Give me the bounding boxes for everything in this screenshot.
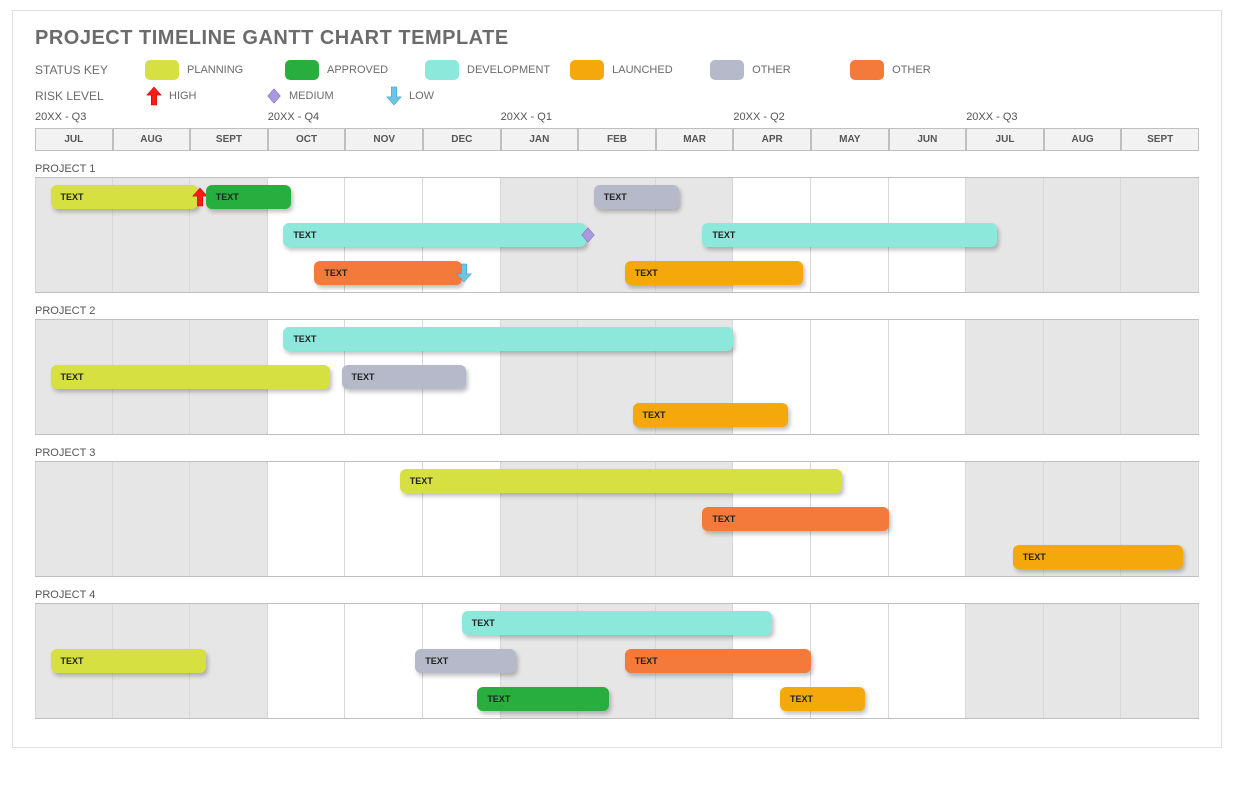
project-title: PROJECT 1 (35, 159, 1199, 177)
gantt-bar[interactable]: TEXT (625, 261, 803, 285)
gantt-bar[interactable]: TEXT (625, 649, 811, 673)
gantt-bar[interactable]: TEXT (702, 507, 888, 531)
gantt-bar[interactable]: TEXT (314, 261, 461, 285)
month-header-cell: JUL (35, 129, 113, 151)
swatch-planning (145, 60, 179, 80)
gantt-bar[interactable]: TEXT (594, 185, 679, 209)
gantt-bar[interactable]: TEXT (415, 649, 516, 673)
risk-medium-label: MEDIUM (289, 90, 334, 102)
month-header-cell: AUG (1044, 129, 1122, 151)
quarter-label: 20XX - Q3 (35, 111, 86, 123)
gantt-bar[interactable]: TEXT (400, 469, 842, 493)
project-rows-area: TEXT TEXT TEXT TEXT TEXT TEXT TEXT (35, 177, 1199, 293)
risk-level-label: RISK LEVEL (35, 89, 125, 103)
legend-development-label: DEVELOPMENT (467, 64, 550, 76)
project-section: PROJECT 3 TEXT TEXT TEXT (35, 443, 1199, 577)
gantt-bar[interactable]: TEXT (633, 403, 788, 427)
project-section: PROJECT 1 TEXT TEXT TEXT TEXT TEXT TEXT TEXT (35, 159, 1199, 293)
project-title: PROJECT 4 (35, 585, 1199, 603)
gantt-bar[interactable]: TEXT (477, 687, 609, 711)
legend-development: DEVELOPMENT (425, 60, 550, 80)
swatch-launched (570, 60, 604, 80)
legend-approved-label: APPROVED (327, 64, 388, 76)
month-header-cell: MAY (811, 129, 889, 151)
legend-launched-label: LAUNCHED (612, 64, 673, 76)
month-header-cell: NOV (345, 129, 423, 151)
gantt-bar[interactable]: TEXT (51, 649, 206, 673)
legend-launched: LAUNCHED (570, 60, 690, 80)
gantt-bar[interactable]: TEXT (51, 185, 198, 209)
gantt-bar[interactable]: TEXT (283, 223, 586, 247)
swatch-approved (285, 60, 319, 80)
month-header-cell: MAR (656, 129, 734, 151)
quarter-label: 20XX - Q1 (501, 111, 552, 123)
legend-planning-label: PLANNING (187, 64, 243, 76)
month-header-cell: JUN (889, 129, 967, 151)
risk-low: LOW (385, 86, 485, 106)
risk-high-label: HIGH (169, 90, 197, 102)
page-title: PROJECT TIMELINE GANTT CHART TEMPLATE (35, 27, 1199, 50)
quarter-label: 20XX - Q3 (966, 111, 1017, 123)
month-header-cell: SEPT (190, 129, 268, 151)
gantt-bar[interactable]: TEXT (51, 365, 330, 389)
risk-legend-row: RISK LEVEL HIGH MEDIUM LOW (35, 86, 1199, 106)
month-header-cell: SEPT (1121, 129, 1199, 151)
gantt-bar[interactable]: TEXT (342, 365, 466, 389)
project-rows-area: TEXT TEXT TEXT TEXT (35, 319, 1199, 435)
gantt-bar[interactable]: TEXT (462, 611, 772, 635)
risk-medium: MEDIUM (265, 86, 365, 106)
project-section: PROJECT 4 TEXT TEXT TEXT TEXT TEXT TEXT (35, 585, 1199, 719)
gantt-page: PROJECT TIMELINE GANTT CHART TEMPLATE ST… (12, 10, 1222, 748)
projects-container: PROJECT 1TEXTTEXTTEXTTEXTTEXTTEXTTEXTPRO… (35, 159, 1199, 719)
swatch-development (425, 60, 459, 80)
legend-approved: APPROVED (285, 60, 405, 80)
legend-other-orange-label: OTHER (892, 64, 931, 76)
month-header-cell: JUL (966, 129, 1044, 151)
status-key-label: STATUS KEY (35, 63, 125, 77)
legend-other-grey-label: OTHER (752, 64, 791, 76)
month-header-cell: FEB (578, 129, 656, 151)
swatch-other-grey (710, 60, 744, 80)
project-section: PROJECT 2 TEXT TEXT TEXT TEXT (35, 301, 1199, 435)
status-legend-row: STATUS KEY PLANNING APPROVED DEVELOPMENT… (35, 60, 1199, 80)
gantt-bar[interactable]: TEXT (702, 223, 997, 247)
month-header-cell: DEC (423, 129, 501, 151)
month-header-cell: APR (733, 129, 811, 151)
project-rows-area: TEXT TEXT TEXT (35, 461, 1199, 577)
legend-planning: PLANNING (145, 60, 265, 80)
gantt-bar[interactable]: TEXT (206, 185, 291, 209)
project-title: PROJECT 3 (35, 443, 1199, 461)
gantt-bar[interactable]: TEXT (780, 687, 865, 711)
month-header-cell: JAN (501, 129, 579, 151)
quarter-label: 20XX - Q4 (268, 111, 319, 123)
arrow-up-icon (145, 86, 163, 106)
gantt-bar[interactable]: TEXT (283, 327, 733, 351)
arrow-down-icon (385, 86, 403, 106)
month-header-cell: AUG (113, 129, 191, 151)
risk-high: HIGH (145, 86, 245, 106)
legend-other-orange: OTHER (850, 60, 970, 80)
project-rows-area: TEXT TEXT TEXT TEXT TEXT TEXT (35, 603, 1199, 719)
months-header: JUL20XX - Q3AUGSEPTOCT20XX - Q4NOVDECJAN… (35, 128, 1199, 151)
diamond-icon (579, 225, 597, 245)
gantt-bar[interactable]: TEXT (1013, 545, 1184, 569)
swatch-other-orange (850, 60, 884, 80)
quarter-label: 20XX - Q2 (733, 111, 784, 123)
diamond-icon (265, 86, 283, 106)
legend-other-grey: OTHER (710, 60, 830, 80)
arrow-down-icon (455, 263, 473, 283)
month-header-cell: OCT (268, 129, 346, 151)
project-title: PROJECT 2 (35, 301, 1199, 319)
risk-low-label: LOW (409, 90, 434, 102)
